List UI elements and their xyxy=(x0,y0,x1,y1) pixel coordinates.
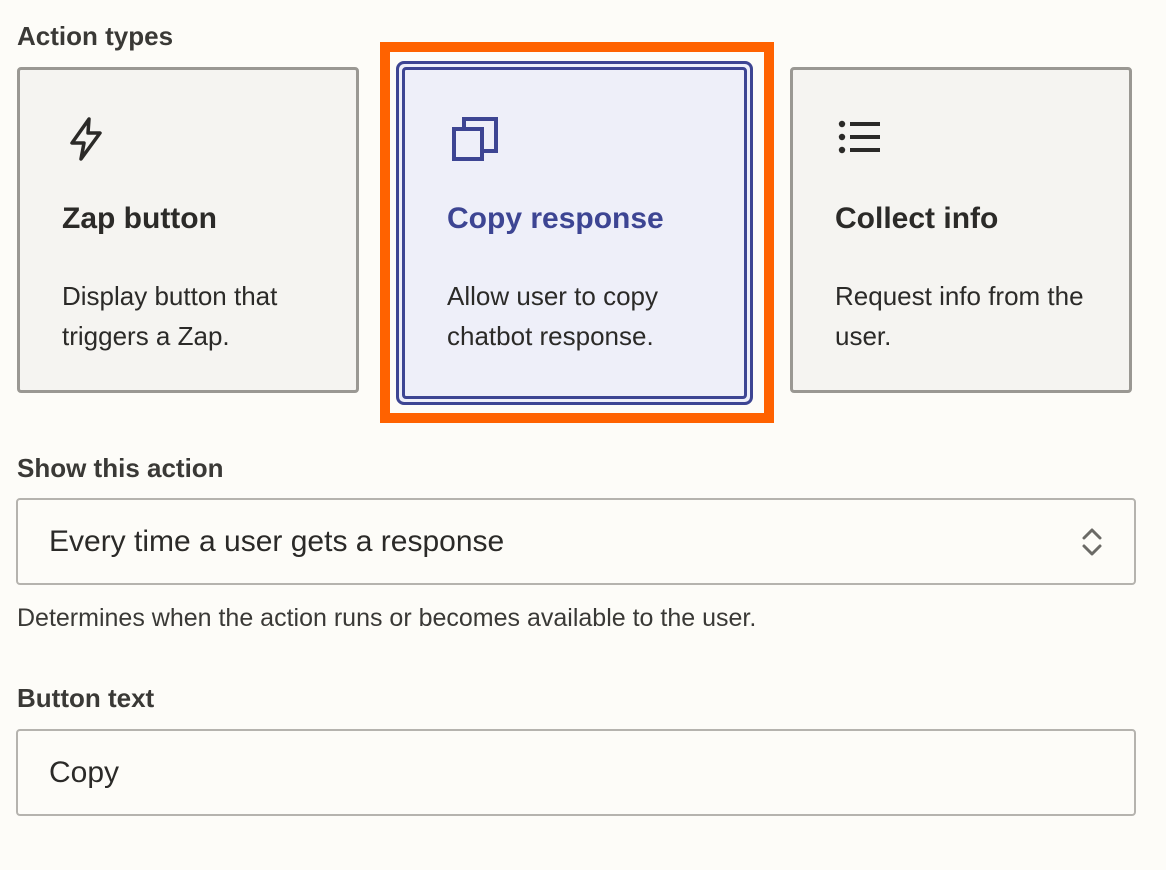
action-types-label: Action types xyxy=(17,21,174,51)
card-description: Request info from the user. xyxy=(835,281,1084,351)
card-title: Copy response xyxy=(447,202,664,235)
collect-info-card[interactable]: Collect info Request info from the user. xyxy=(790,67,1132,393)
show-action-helper-text: Determines when the action runs or becom… xyxy=(17,604,757,632)
zap-button-card[interactable]: Zap button Display button that triggers … xyxy=(17,67,359,393)
button-text-input[interactable]: Copy xyxy=(16,729,1136,816)
card-title: Zap button xyxy=(62,202,217,235)
copy-response-card[interactable]: Copy response Allow user to copy chatbot… xyxy=(396,61,753,405)
lightning-icon xyxy=(62,115,110,163)
button-text-label: Button text xyxy=(17,683,155,713)
show-action-select[interactable]: Every time a user gets a response xyxy=(16,498,1136,585)
select-value: Every time a user gets a response xyxy=(49,525,505,558)
button-text-value: Copy xyxy=(49,756,120,789)
copy-icon xyxy=(450,115,498,163)
card-description: Display button that triggers a Zap. xyxy=(62,281,278,351)
chevron-up-down-icon xyxy=(1080,524,1104,560)
card-description: Allow user to copy chatbot response. xyxy=(447,281,658,351)
list-icon xyxy=(835,115,883,163)
show-action-label: Show this action xyxy=(17,453,224,483)
card-title: Collect info xyxy=(835,202,999,235)
